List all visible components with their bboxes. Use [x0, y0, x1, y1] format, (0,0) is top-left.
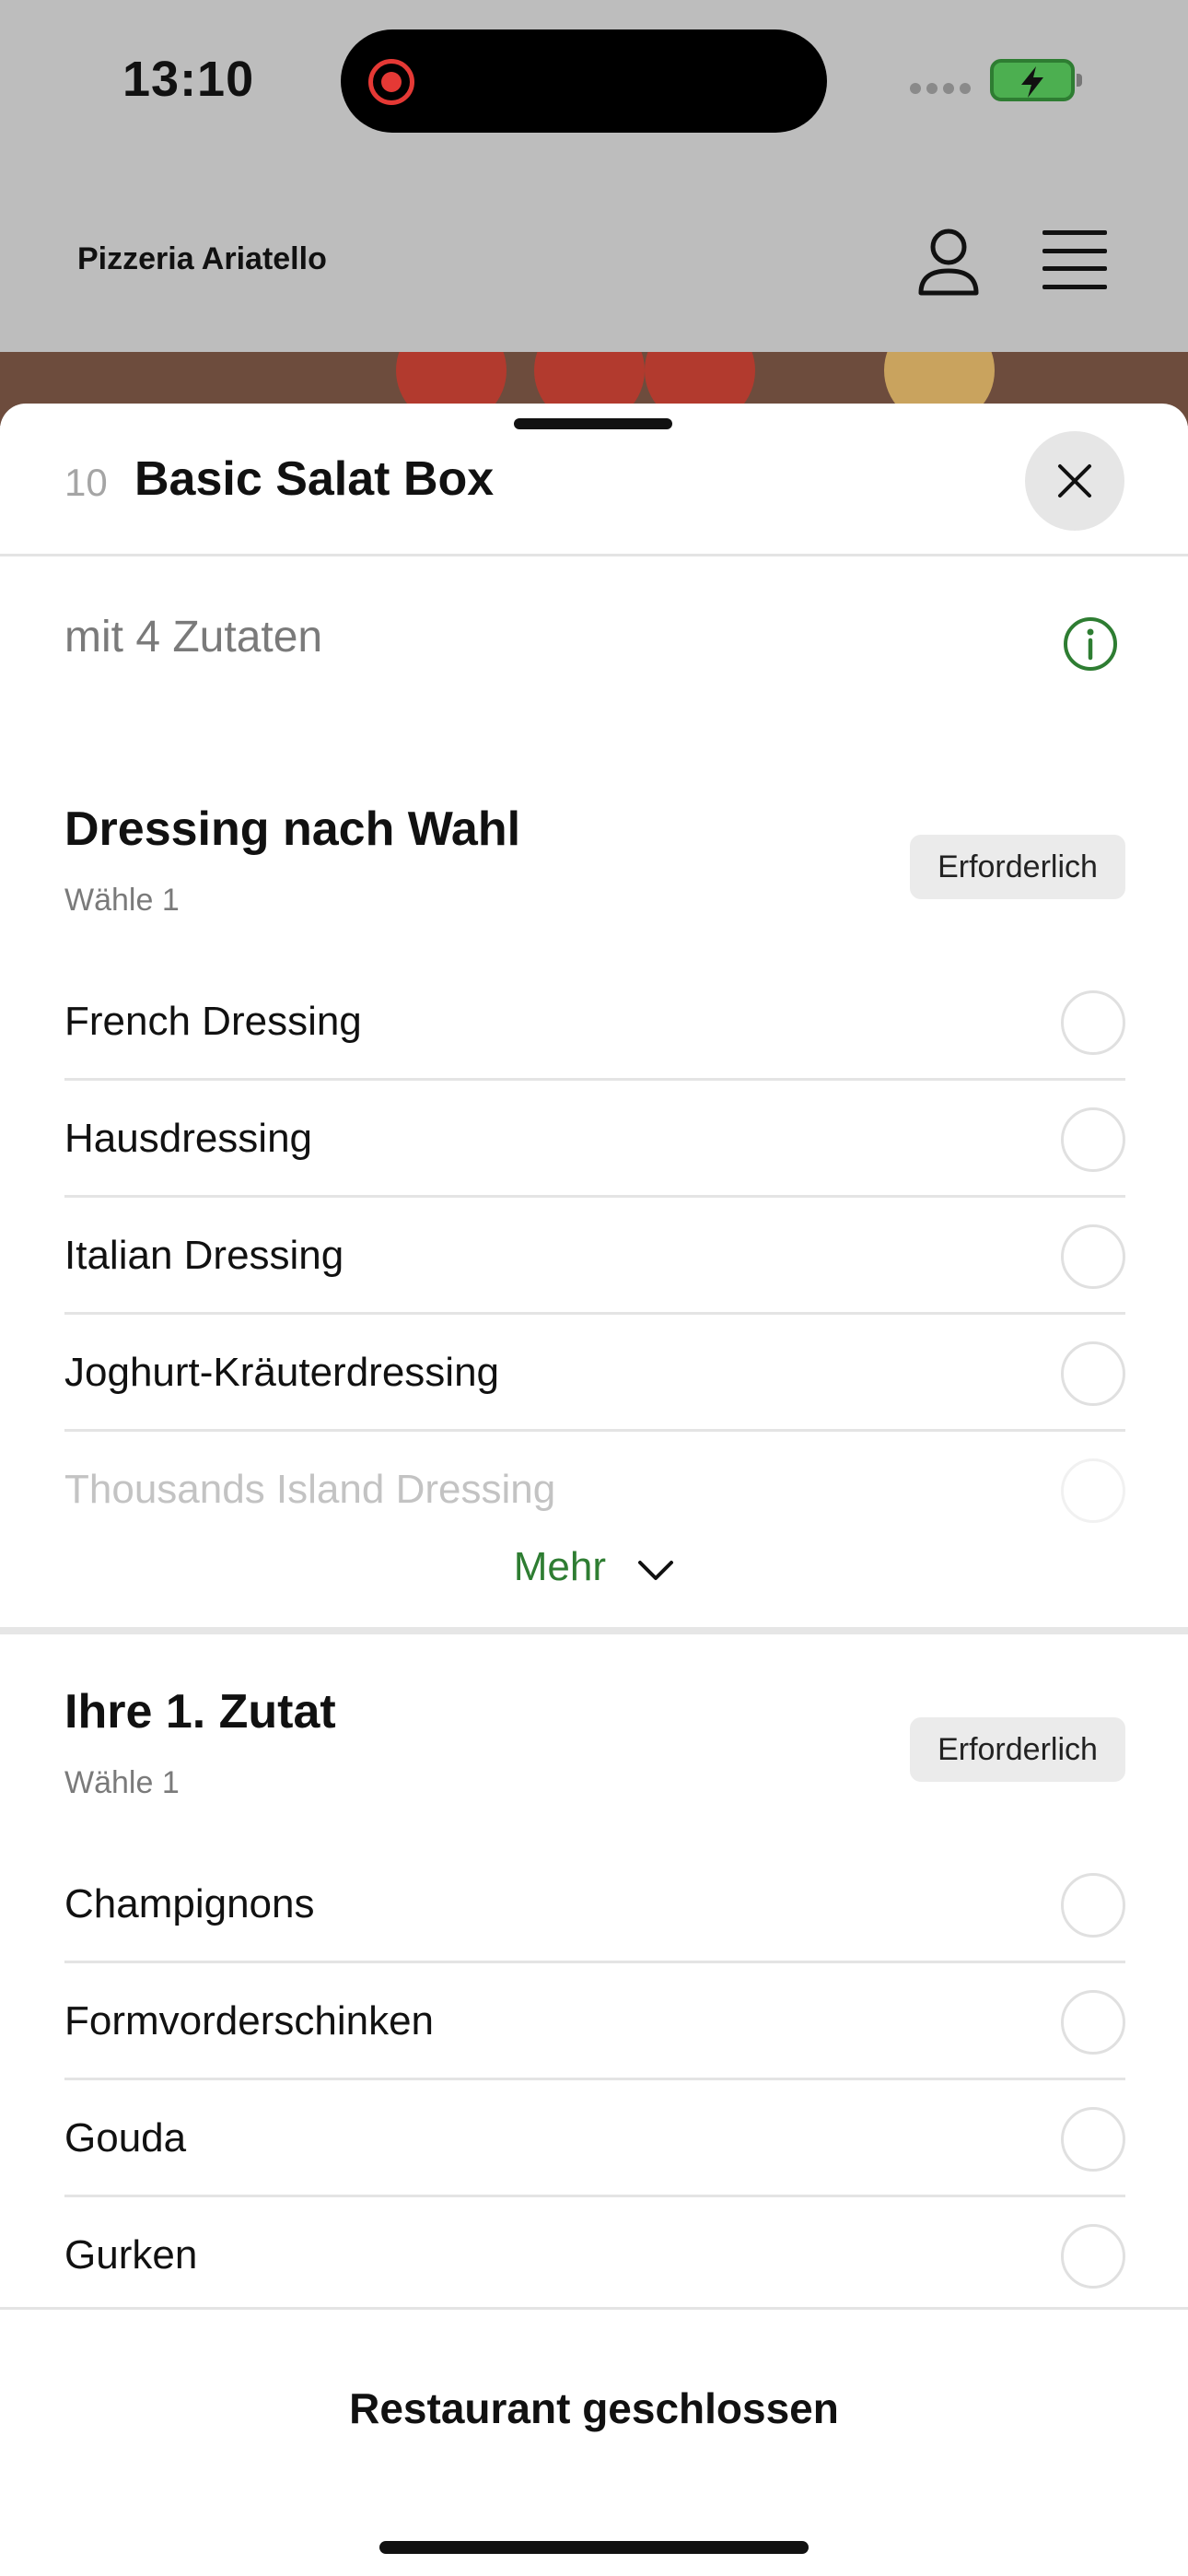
close-icon [1058, 464, 1091, 498]
restaurant-closed-status: Restaurant geschlossen [349, 2384, 839, 2432]
required-badge: Erforderlich [910, 835, 1125, 899]
product-sheet: 10 Basic Salat Box mit 4 Zutaten Dressin… [0, 404, 1188, 2576]
option-label: French Dressing [64, 999, 362, 1044]
show-more-button[interactable]: Mehr [0, 1544, 1188, 1609]
option-formvorderschinken[interactable]: Formvorderschinken [64, 1963, 1125, 2080]
info-icon[interactable] [1062, 615, 1119, 673]
option-thousands-island-dressing[interactable]: Thousands Island Dressing [64, 1432, 1125, 1549]
section-divider [0, 1627, 1188, 1634]
radio-button[interactable] [1061, 990, 1125, 1055]
option-label: Champignons [64, 1881, 315, 1926]
recording-icon [368, 59, 414, 105]
option-label: Formvorderschinken [64, 1998, 435, 2043]
option-joghurt-kraeuterdressing[interactable]: Joghurt-Kräuterdressing [64, 1315, 1125, 1432]
user-account-icon[interactable] [916, 225, 981, 299]
radio-button[interactable] [1061, 2107, 1125, 2172]
radio-button[interactable] [1061, 2224, 1125, 2289]
section-title-dressing: Dressing nach Wahl [64, 802, 521, 856]
radio-button[interactable] [1061, 1990, 1125, 2055]
restaurant-name[interactable]: Pizzeria Ariatello [77, 241, 327, 277]
app-header: Pizzeria Ariatello [0, 166, 1188, 352]
show-more-label: Mehr [513, 1544, 606, 1589]
section-subtitle-dressing: Wähle 1 [64, 883, 180, 918]
radio-button[interactable] [1061, 1873, 1125, 1938]
status-time: 13:10 [122, 52, 255, 107]
home-indicator[interactable] [379, 2541, 809, 2554]
radio-button[interactable] [1061, 1224, 1125, 1289]
hamburger-menu-icon[interactable] [1042, 230, 1107, 289]
item-number: 10 [64, 461, 108, 504]
status-bar: 13:10 [0, 0, 1188, 166]
item-title: Basic Salat Box [134, 452, 495, 506]
option-label: Joghurt-Kräuterdressing [64, 1350, 500, 1395]
sheet-grabber[interactable] [514, 418, 672, 429]
option-label: Italian Dressing [64, 1233, 344, 1278]
section-title-zutat-1: Ihre 1. Zutat [64, 1685, 336, 1739]
option-french-dressing[interactable]: French Dressing [64, 964, 1125, 1081]
option-gurken[interactable]: Gurken [64, 2197, 1125, 2314]
option-italian-dressing[interactable]: Italian Dressing [64, 1198, 1125, 1315]
cellular-signal-icon [910, 83, 973, 96]
battery-charging-icon [990, 59, 1082, 101]
item-description: mit 4 Zutaten [64, 613, 323, 662]
radio-button[interactable] [1061, 1458, 1125, 1523]
sheet-footer: Restaurant geschlossen [0, 2307, 1188, 2576]
required-badge: Erforderlich [910, 1717, 1125, 1782]
radio-button[interactable] [1061, 1341, 1125, 1406]
option-label: Gurken [64, 2232, 198, 2277]
sheet-header: 10 Basic Salat Box [0, 404, 1188, 556]
option-hausdressing[interactable]: Hausdressing [64, 1081, 1125, 1198]
option-label: Thousands Island Dressing [64, 1467, 556, 1512]
close-button[interactable] [1025, 431, 1124, 531]
chevron-down-icon [637, 1546, 674, 1592]
option-label: Gouda [64, 2115, 187, 2160]
option-gouda[interactable]: Gouda [64, 2080, 1125, 2197]
option-label: Hausdressing [64, 1116, 313, 1161]
section-subtitle-zutat-1: Wähle 1 [64, 1765, 180, 1800]
radio-button[interactable] [1061, 1107, 1125, 1172]
option-champignons[interactable]: Champignons [64, 1846, 1125, 1963]
dynamic-island [341, 29, 827, 133]
